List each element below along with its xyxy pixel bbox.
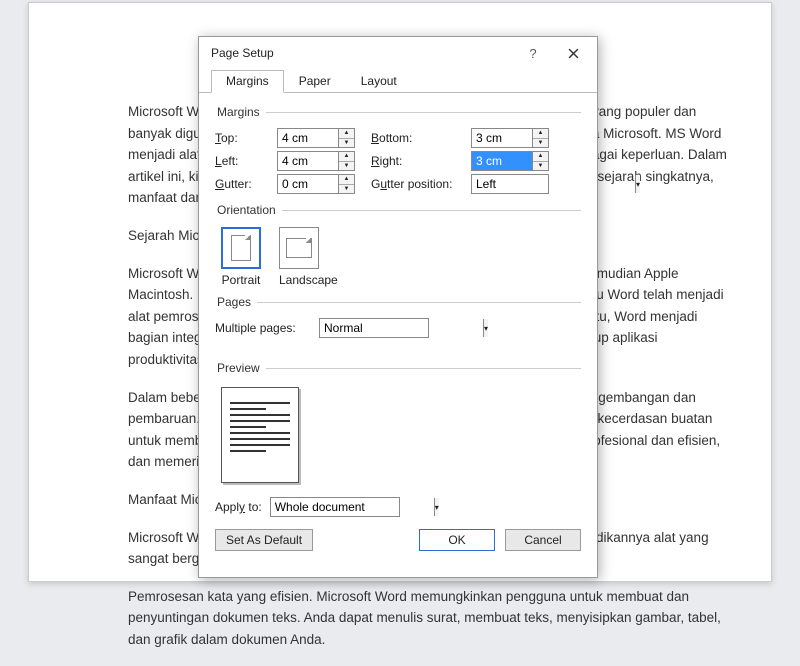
spinner-down-icon[interactable]: ▼	[533, 139, 548, 148]
right-input[interactable]	[472, 152, 532, 170]
preview-group: Preview	[215, 361, 581, 491]
dialog-title: Page Setup	[211, 46, 513, 60]
margins-group: Margins Top: ▲▼ Bottom: ▲▼ Left: ▲▼	[215, 105, 581, 199]
apply-to-label: Apply to:	[215, 500, 262, 514]
left-label: Left:	[215, 154, 277, 168]
close-button[interactable]	[553, 39, 593, 67]
spinner-up-icon[interactable]: ▲	[339, 129, 354, 139]
dialog-button-row: Set As Default OK Cancel	[215, 529, 581, 551]
multiple-pages-label: Multiple pages:	[215, 321, 319, 335]
chevron-down-icon[interactable]: ▾	[483, 319, 488, 337]
left-input[interactable]	[278, 152, 338, 170]
apply-to-select[interactable]: ▾	[270, 497, 400, 517]
left-spinner[interactable]: ▲▼	[277, 151, 355, 171]
spinner-up-icon[interactable]: ▲	[533, 129, 548, 139]
pages-group: Pages Multiple pages: ▾	[215, 295, 581, 343]
orientation-portrait[interactable]: Portrait	[221, 227, 261, 287]
dialog-body: Margins Top: ▲▼ Bottom: ▲▼ Left: ▲▼	[199, 93, 597, 563]
orientation-legend: Orientation	[215, 203, 282, 217]
bottom-spinner[interactable]: ▲▼	[471, 128, 549, 148]
gutter-spinner[interactable]: ▲▼	[277, 174, 355, 194]
spinner-down-icon[interactable]: ▼	[533, 162, 548, 171]
cancel-button[interactable]: Cancel	[505, 529, 581, 551]
tab-layout[interactable]: Layout	[346, 70, 412, 93]
apply-to-row: Apply to: ▾	[215, 497, 581, 517]
orientation-group: Orientation Portrait Landscape	[215, 203, 581, 291]
right-spinner[interactable]: ▲▼	[471, 151, 549, 171]
help-button[interactable]: ?	[513, 39, 553, 67]
orientation-landscape-label: Landscape	[279, 273, 338, 287]
tab-paper[interactable]: Paper	[284, 70, 346, 93]
orientation-portrait-label: Portrait	[221, 273, 261, 287]
spinner-down-icon[interactable]: ▼	[339, 185, 354, 194]
landscape-page-icon	[286, 238, 312, 258]
bottom-input[interactable]	[472, 129, 532, 147]
doc-paragraph: Pemrosesan kata yang efisien. Microsoft …	[128, 586, 733, 651]
set-as-default-button[interactable]: Set As Default	[215, 529, 313, 551]
gutter-label: Gutter:	[215, 177, 277, 191]
portrait-page-icon	[231, 235, 251, 261]
gutter-position-value	[472, 175, 635, 193]
close-icon	[568, 48, 579, 59]
spinner-down-icon[interactable]: ▼	[339, 139, 354, 148]
bottom-label: Bottom:	[371, 131, 471, 145]
pages-legend: Pages	[215, 295, 257, 309]
page-setup-dialog: Page Setup ? Margins Paper Layout Margin…	[198, 36, 598, 578]
gutter-position-label: Gutter position:	[371, 177, 471, 191]
multiple-pages-value	[320, 319, 483, 337]
top-spinner[interactable]: ▲▼	[277, 128, 355, 148]
top-label: Top:	[215, 131, 277, 145]
gutter-position-select[interactable]: ▾	[471, 174, 549, 194]
chevron-down-icon[interactable]: ▾	[434, 498, 439, 516]
spinner-up-icon[interactable]: ▲	[533, 152, 548, 162]
gutter-input[interactable]	[278, 175, 338, 193]
tab-margins[interactable]: Margins	[211, 70, 284, 93]
spinner-up-icon[interactable]: ▲	[339, 152, 354, 162]
orientation-landscape[interactable]: Landscape	[279, 227, 338, 287]
preview-legend: Preview	[215, 361, 266, 375]
preview-page-icon	[221, 387, 299, 483]
apply-to-value	[271, 498, 434, 516]
margins-legend: Margins	[215, 105, 266, 119]
chevron-down-icon[interactable]: ▾	[635, 175, 640, 193]
spinner-up-icon[interactable]: ▲	[339, 175, 354, 185]
spinner-down-icon[interactable]: ▼	[339, 162, 354, 171]
top-input[interactable]	[278, 129, 338, 147]
right-label: Right:	[371, 154, 471, 168]
dialog-titlebar: Page Setup ?	[199, 37, 597, 69]
dialog-tabs: Margins Paper Layout	[199, 69, 597, 93]
ok-button[interactable]: OK	[419, 529, 495, 551]
multiple-pages-select[interactable]: ▾	[319, 318, 429, 338]
